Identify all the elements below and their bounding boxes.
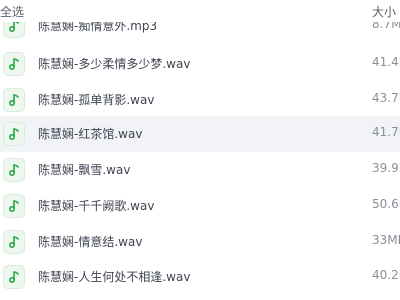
music-note-icon [3, 52, 25, 76]
file-name: 陈慧娴-红茶馆.wav [38, 127, 143, 141]
file-row[interactable]: 陈慧娴-飘雪.wav 39.9MB [0, 152, 400, 188]
file-size: 39.9MB [372, 161, 400, 175]
file-size: 50.6MB [372, 197, 400, 211]
file-row[interactable]: 陈慧娴-千千阙歌.wav 50.6MB [0, 188, 400, 224]
file-size: 41.7MB [372, 125, 400, 139]
file-row[interactable]: 陈慧娴-情意结.wav 33MB [0, 224, 400, 260]
music-note-icon [3, 122, 25, 146]
file-row[interactable]: 陈慧娴-孤单背影.wav 43.7MB [0, 82, 400, 118]
file-row[interactable]: 陈慧娴-多少柔情多少梦.wav 41.4MB [0, 46, 400, 82]
file-name: 陈慧娴-飘雪.wav [38, 163, 131, 177]
file-list: 陈慧娴-痴情意外.mp3 8.7MB 陈慧娴-多少柔情多少梦.wav 41.4M… [0, 0, 400, 300]
file-name: 陈慧娴-千千阙歌.wav [38, 199, 155, 213]
music-note-icon [3, 230, 25, 254]
music-note-icon [3, 158, 25, 182]
music-note-icon [3, 194, 25, 218]
music-note-icon [3, 265, 25, 289]
file-size: 40.2MB [372, 268, 400, 282]
file-name: 陈慧娴-多少柔情多少梦.wav [38, 57, 191, 71]
file-name: 陈慧娴-情意结.wav [38, 235, 143, 249]
file-row[interactable]: 陈慧娴-人生何处不相逢.wav 40.2MB [0, 259, 400, 295]
file-size: 41.4MB [372, 55, 400, 69]
file-row-hovered[interactable]: 陈慧娴-红茶馆.wav 41.7MB [0, 116, 400, 152]
list-header: 全选 大小 [0, 0, 400, 22]
file-name: 陈慧娴-孤单背影.wav [38, 93, 155, 107]
file-size: 33MB [372, 233, 400, 247]
select-all-checkbox-label[interactable]: 全选 [0, 3, 24, 20]
music-note-icon [3, 88, 25, 112]
file-name: 陈慧娴-人生何处不相逢.wav [38, 270, 191, 284]
file-size: 43.7MB [372, 91, 400, 105]
size-column-header[interactable]: 大小 [372, 3, 396, 20]
